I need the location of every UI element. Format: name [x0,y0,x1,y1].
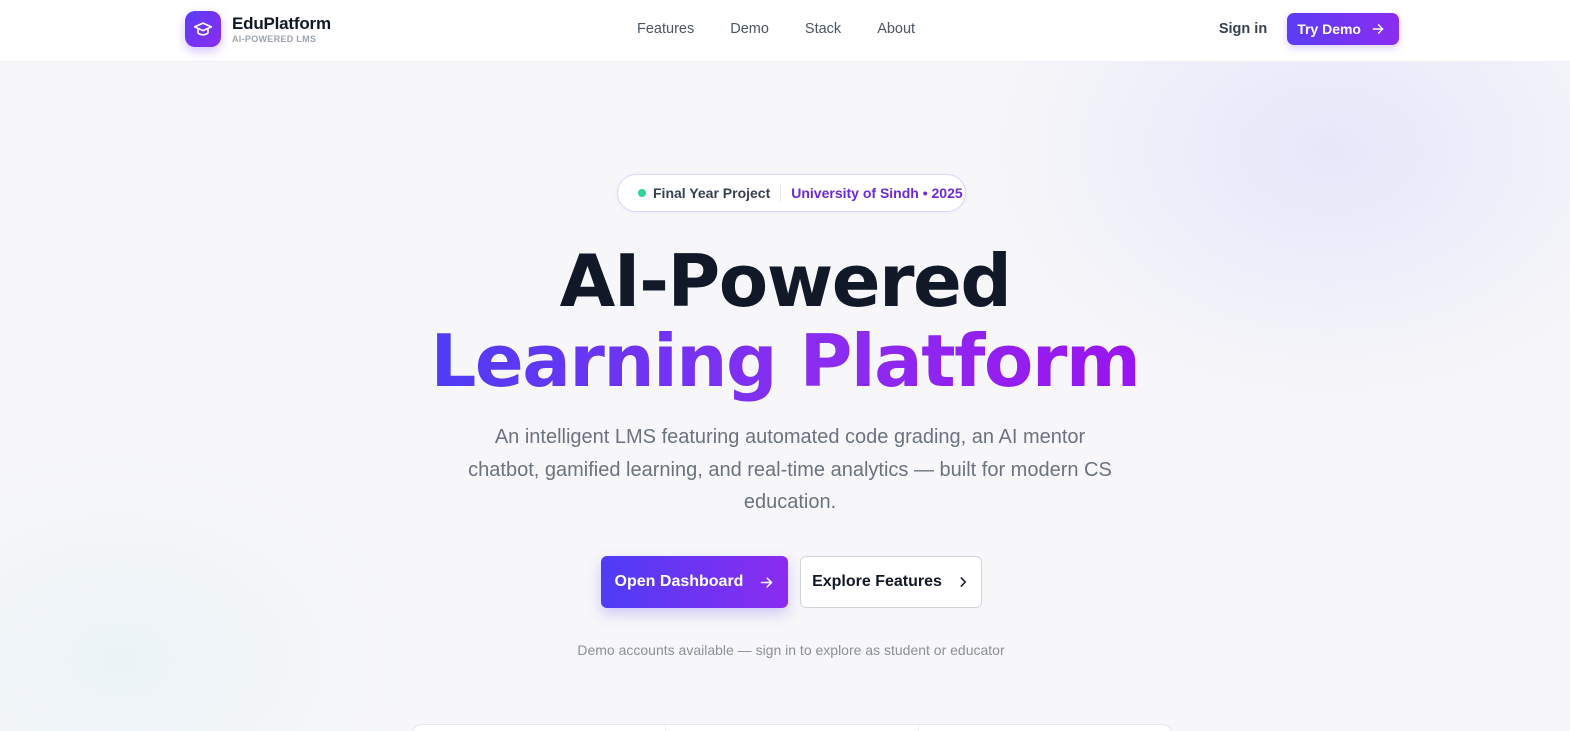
sign-in-link[interactable]: Sign in [1219,21,1267,37]
open-dashboard-button[interactable]: Open Dashboard [601,556,788,608]
stats-cell [919,725,1171,731]
hero-headline-line1: AI-Powered [559,239,1012,323]
try-demo-label: Try Demo [1297,21,1361,37]
nav-link-stack[interactable]: Stack [805,21,841,37]
stats-cell [666,725,919,731]
brand-link[interactable]: EduPlatform AI-POWERED LMS [185,11,331,47]
chevron-right-icon [960,577,966,587]
nav-actions: Sign in Try Demo [1219,13,1399,45]
nav-link-demo[interactable]: Demo [730,21,769,37]
explore-features-button[interactable]: Explore Features [800,556,982,608]
hero-headline-line2: Learning Platform [430,319,1141,403]
status-dot-icon [638,189,646,197]
brand-tagline: AI-POWERED LMS [232,33,317,44]
main-nav: Features Demo Stack About [637,21,951,37]
arrow-right-icon [1372,24,1384,34]
stats-cell [413,725,666,731]
cta-row: Open Dashboard Explore Features [601,556,982,608]
top-navbar: EduPlatform AI-POWERED LMS Features Demo… [0,0,1570,62]
brand-name: EduPlatform [232,13,331,33]
try-demo-button[interactable]: Try Demo [1287,13,1399,45]
demo-accounts-hint: Demo accounts available — sign in to exp… [577,642,1005,658]
arrow-right-icon [761,576,773,588]
stats-card [412,724,1172,731]
hero-subtitle: An intelligent LMS featuring automated c… [468,426,1112,513]
graduation-cap-icon [185,11,221,47]
badge-secondary-text: University of Sindh • 2025 [791,185,963,201]
open-dashboard-label: Open Dashboard [614,573,744,590]
nav-link-features[interactable]: Features [637,21,694,37]
badge-primary-text: Final Year Project [653,185,771,201]
hero-headline-line2-wrap: Learning Platform [0,325,1570,397]
project-badge: Final Year Project University of Sindh •… [617,174,966,212]
nav-link-about[interactable]: About [877,21,915,37]
explore-features-label: Explore Features [812,573,942,590]
badge-divider [780,184,782,202]
